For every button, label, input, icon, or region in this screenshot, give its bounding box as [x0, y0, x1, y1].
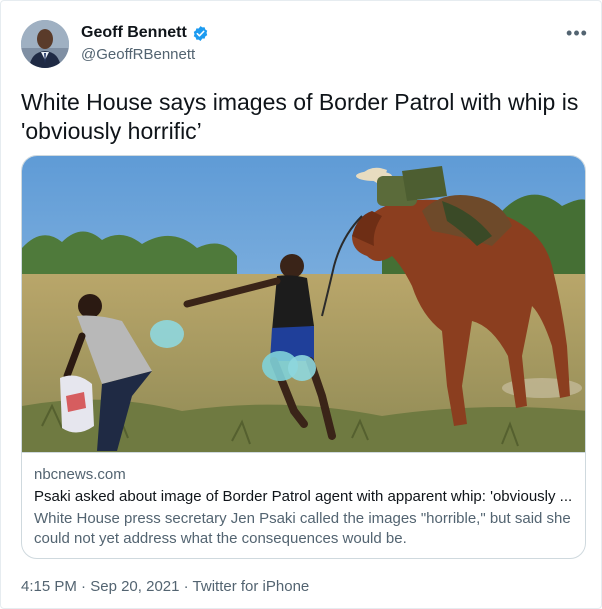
author-name-row[interactable]: Geoff Bennett [81, 24, 209, 42]
author-handle[interactable]: @GeoffRBennett [81, 46, 195, 63]
avatar[interactable] [21, 20, 69, 68]
card-description: White House press secretary Jen Psaki ca… [34, 510, 571, 547]
tweet-text: White House says images of Border Patrol… [21, 89, 579, 144]
more-options-icon[interactable]: ••• [565, 23, 589, 43]
verified-badge-icon [192, 25, 209, 42]
tweet-container: Geoff Bennett @GeoffRBennett ••• White H… [0, 0, 602, 609]
link-preview-card[interactable]: nbcnews.com Psaki asked about image of B… [21, 155, 586, 559]
timestamp-separator: · [81, 578, 87, 595]
card-title[interactable]: Psaki asked about image of Border Patrol… [34, 488, 574, 505]
card-image[interactable] [22, 156, 585, 452]
card-meta[interactable]: nbcnews.com Psaki asked about image of B… [22, 452, 585, 558]
tweet-date[interactable]: Sep 20, 2021 [90, 578, 179, 595]
tweet-timestamp-row: 4:15 PM · Sep 20, 2021 · Twitter for iPh… [21, 578, 309, 595]
tweet-time[interactable]: 4:15 PM [21, 578, 77, 595]
timestamp-separator-2: · [183, 578, 189, 595]
author-display-name[interactable]: Geoff Bennett [81, 24, 187, 42]
tweet-source[interactable]: Twitter for iPhone [193, 578, 310, 595]
card-domain: nbcnews.com [34, 466, 126, 483]
